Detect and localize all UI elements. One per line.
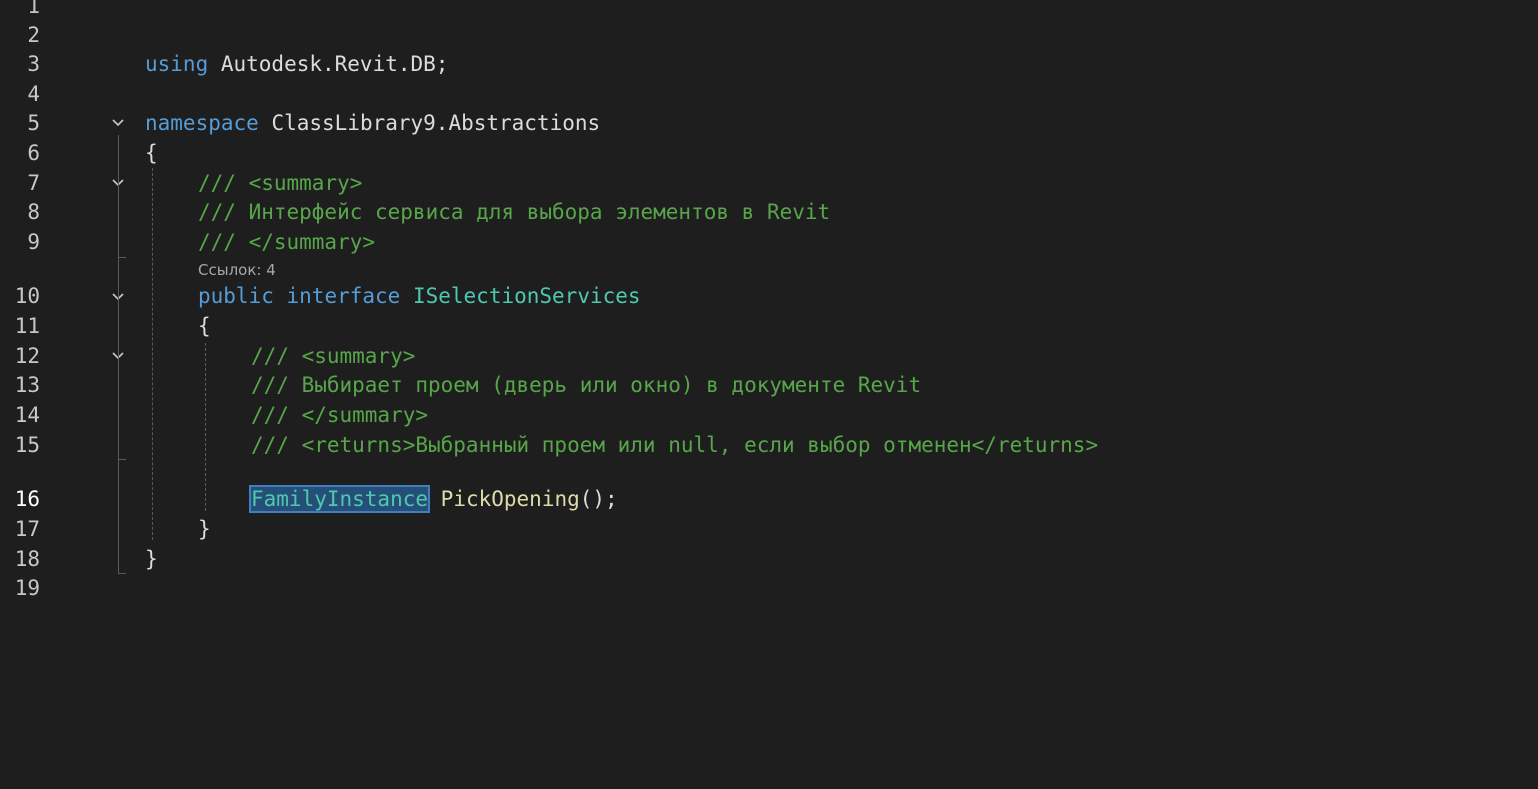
keyword-interface: interface bbox=[286, 284, 401, 308]
code-line-15[interactable]: /// <returns>Выбранный проем или null, е… bbox=[251, 433, 1098, 457]
keyword-using: using bbox=[145, 52, 209, 76]
line-number: 12 bbox=[14, 344, 40, 368]
line-number: 17 bbox=[14, 517, 40, 541]
line-number: 4 bbox=[27, 82, 40, 106]
line-number: 19 bbox=[14, 576, 40, 600]
code-line-13[interactable]: /// Выбирает проем (дверь или окно) в до… bbox=[251, 373, 921, 397]
fold-guide-end bbox=[118, 573, 126, 574]
line-number-current: 16 bbox=[14, 487, 40, 511]
keyword-public: public bbox=[198, 284, 274, 308]
code-line-18[interactable]: } bbox=[145, 547, 158, 571]
line-number: 11 bbox=[14, 314, 40, 338]
code-line-14[interactable]: /// </summary> bbox=[251, 403, 428, 427]
line-number: 8 bbox=[27, 200, 40, 224]
line-number: 13 bbox=[14, 373, 40, 397]
indent-guide bbox=[152, 168, 153, 540]
line-number: 7 bbox=[27, 171, 40, 195]
method-name: PickOpening bbox=[440, 487, 580, 511]
codelens-references[interactable]: Ссылок: 4 bbox=[198, 260, 276, 280]
fold-guide-end bbox=[118, 459, 126, 460]
line-number: 15 bbox=[14, 433, 40, 457]
code-line-8[interactable]: /// Интерфейс сервиса для выбора элемент… bbox=[198, 200, 830, 224]
namespace-name: ClassLibrary9.Abstractions bbox=[258, 111, 601, 135]
indent-guide bbox=[205, 343, 206, 511]
code-line-6[interactable]: { bbox=[145, 141, 158, 165]
fold-guide-end bbox=[118, 257, 126, 258]
selected-type-name[interactable]: FamilyInstance bbox=[248, 485, 431, 513]
code-line-17[interactable]: } bbox=[198, 517, 211, 541]
keyword-namespace: namespace bbox=[145, 111, 259, 135]
chevron-down-icon[interactable] bbox=[110, 115, 126, 131]
line-number: 14 bbox=[14, 403, 40, 427]
line-number: 1 bbox=[27, 0, 40, 18]
method-parens: (); bbox=[579, 487, 618, 511]
code-line-10[interactable]: public interface ISelectionServices bbox=[198, 284, 641, 308]
line-number: 18 bbox=[14, 547, 40, 571]
code-line-16[interactable]: FamilyInstance PickOpening(); bbox=[248, 485, 618, 513]
interface-name: ISelectionServices bbox=[412, 284, 641, 308]
code-line-9[interactable]: /// </summary> bbox=[198, 230, 375, 254]
line-number: 6 bbox=[27, 141, 40, 165]
line-number: 2 bbox=[27, 23, 40, 47]
line-number: 3 bbox=[27, 52, 40, 76]
code-line-12[interactable]: /// <summary> bbox=[251, 344, 415, 368]
code-line-3[interactable]: using Autodesk.Revit.DB; bbox=[145, 52, 448, 76]
line-number: 5 bbox=[27, 111, 40, 135]
code-line-5[interactable]: namespace ClassLibrary9.Abstractions bbox=[145, 111, 600, 135]
fold-guide bbox=[118, 135, 119, 573]
code-editor[interactable]: 1 2 3 4 5 6 7 8 9 10 11 12 13 14 15 16 1… bbox=[0, 0, 1538, 789]
line-number: 9 bbox=[27, 230, 40, 254]
namespace-ref: Autodesk.Revit.DB; bbox=[208, 52, 449, 76]
code-line-7[interactable]: /// <summary> bbox=[198, 171, 362, 195]
code-line-11[interactable]: { bbox=[198, 314, 211, 338]
line-number: 10 bbox=[14, 284, 40, 308]
